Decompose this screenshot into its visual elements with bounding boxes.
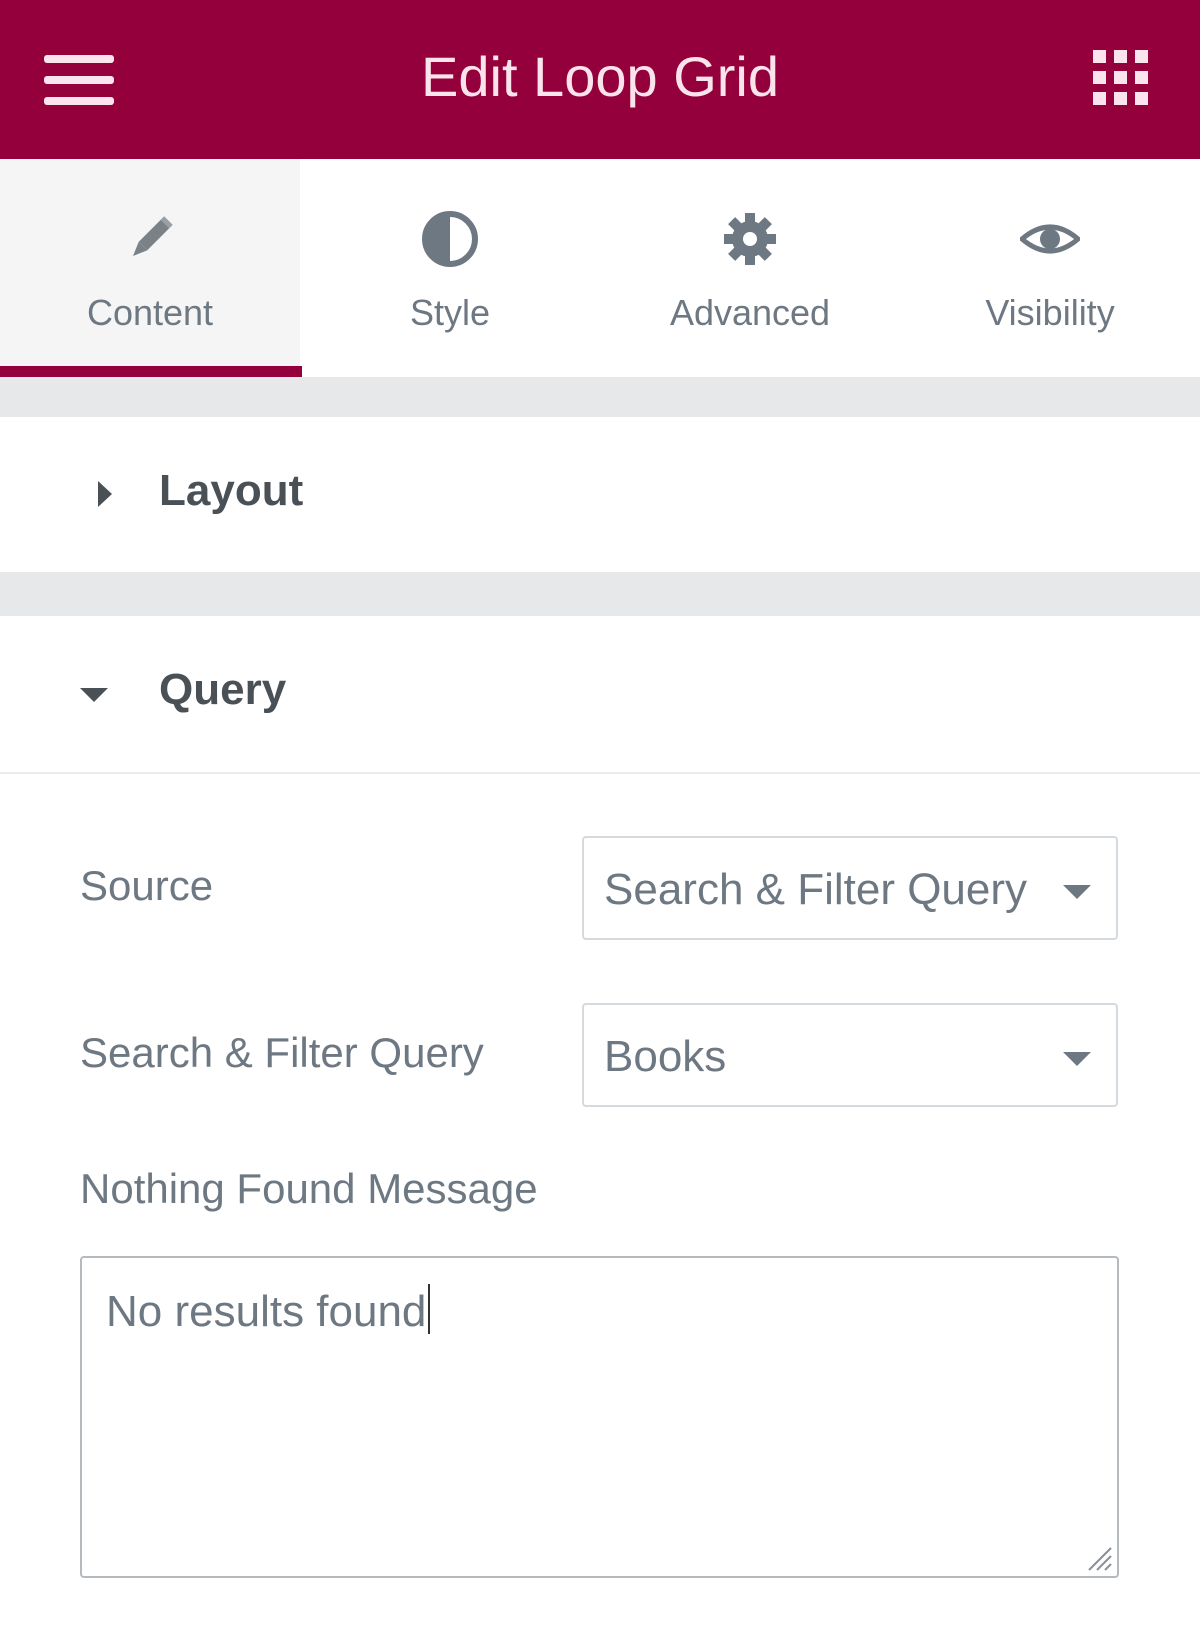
tab-advanced-label: Advanced [669, 292, 831, 333]
source-label: Source [80, 862, 214, 909]
resize-handle-icon[interactable] [1083, 1542, 1113, 1572]
apps-grid-icon[interactable] [1093, 50, 1149, 106]
tab-style-label: Style [409, 292, 491, 333]
eye-icon [1020, 224, 1080, 254]
header-title: Edit Loop Grid [421, 45, 779, 108]
nothing-found-text: No results found [106, 1287, 427, 1336]
nothing-found-value: No results found [106, 1284, 431, 1337]
chevron-down-icon [1063, 1052, 1091, 1066]
section-gap [0, 377, 1200, 417]
chevron-down-icon [1063, 885, 1091, 899]
tab-style[interactable]: Style [300, 159, 600, 377]
nothing-found-textarea[interactable]: No results found [80, 1256, 1119, 1578]
tab-visibility[interactable]: Visibility [900, 159, 1200, 377]
half-circle-icon [422, 211, 478, 267]
caret-down-icon [80, 688, 108, 702]
tab-content[interactable]: Content [0, 159, 300, 377]
tab-advanced[interactable]: Advanced [600, 159, 900, 377]
section-layout-title: Layout [159, 466, 304, 515]
nothing-found-label: Nothing Found Message [80, 1165, 538, 1212]
section-gap [0, 572, 1200, 616]
section-query-title: Query [159, 665, 287, 714]
source-select-value: Search & Filter Query [604, 865, 1028, 914]
source-select[interactable]: Search & Filter Query [582, 836, 1118, 940]
pencil-icon [133, 216, 173, 256]
tab-content-label: Content [86, 292, 214, 333]
divider [0, 772, 1200, 774]
editor-header: Edit Loop Grid [0, 0, 1200, 159]
active-tab-indicator [0, 366, 302, 377]
sf-query-label: Search & Filter Query [80, 1029, 484, 1076]
panel-tabs: Content Style Advanced Visibility [0, 159, 1200, 377]
sf-query-select-value: Books [604, 1032, 727, 1081]
tab-visibility-label: Visibility [985, 292, 1115, 333]
caret-right-icon [98, 481, 112, 507]
sf-query-select[interactable]: Books [582, 1003, 1118, 1107]
gear-icon [724, 213, 776, 265]
text-cursor [428, 1284, 431, 1334]
